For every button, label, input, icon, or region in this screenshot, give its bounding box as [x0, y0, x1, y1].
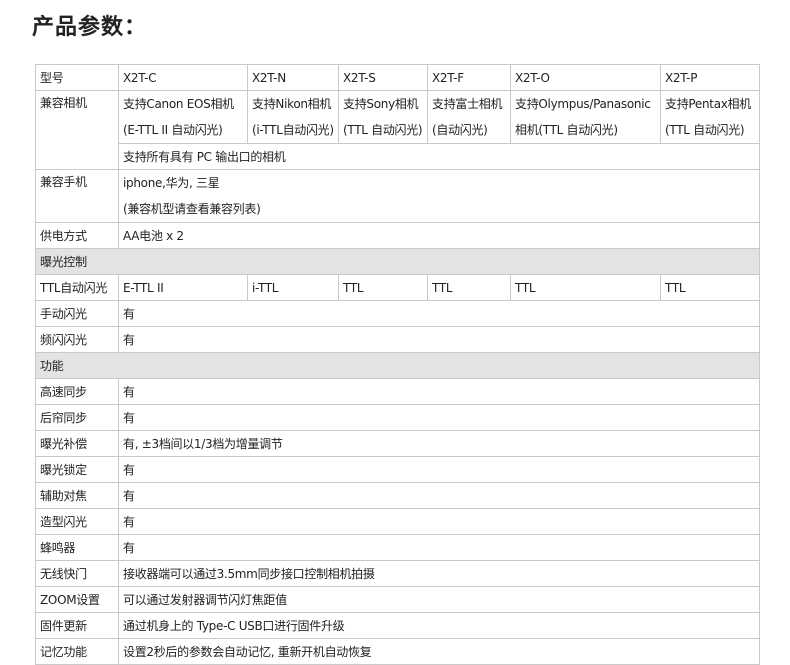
phone-compat-cell: iphone,华为, 三星 (兼容机型请查看兼容列表) [118, 169, 760, 223]
row-label: 记忆功能 [35, 638, 119, 665]
row-label: 供电方式 [35, 222, 119, 249]
table-row: 手动闪光 有 [35, 300, 760, 327]
row-label: 蜂鸣器 [35, 534, 119, 561]
cell-line: (自动闪光) [432, 123, 488, 137]
cell-line: 支持Canon EOS相机 [123, 97, 234, 111]
table-row: 型号 X2T-C X2T-N X2T-S X2T-F X2T-O X2T-P [35, 64, 760, 91]
table-row: 曝光补偿 有, ±3档间以1/3档为增量调节 [35, 430, 760, 457]
page-title: 产品参数： [32, 15, 148, 40]
row-label: 高速同步 [35, 378, 119, 405]
table-row: 兼容手机 iphone,华为, 三星 (兼容机型请查看兼容列表) [35, 169, 760, 223]
cell-line: 相机(TTL 自动闪光) [515, 123, 618, 137]
row-value: 设置2秒后的参数会自动记忆, 重新开机自动恢复 [118, 638, 760, 665]
cell-line: 支持Olympus/Panasonic [515, 97, 651, 111]
row-value: 有 [118, 456, 760, 483]
row-label: 兼容手机 [35, 169, 119, 223]
table-row: 高速同步 有 [35, 378, 760, 405]
table-row: 兼容相机 支持Canon EOS相机 (E-TTL II 自动闪光) 支持Nik… [35, 90, 760, 170]
ttl-cell: TTL [660, 274, 760, 301]
row-value: 有 [118, 300, 760, 327]
table-row: 记忆功能 设置2秒后的参数会自动记忆, 重新开机自动恢复 [35, 638, 760, 665]
section-header: 功能 [35, 352, 760, 379]
cell-line: 支持富士相机 [432, 97, 503, 111]
table-row: 辅助对焦 有 [35, 482, 760, 509]
table-row: 曝光锁定 有 [35, 456, 760, 483]
ttl-cell: TTL [510, 274, 661, 301]
row-value: 有, ±3档间以1/3档为增量调节 [118, 430, 760, 457]
cell-line: (E-TTL II 自动闪光) [123, 123, 223, 137]
camera-compat-cell: 支持Olympus/Panasonic 相机(TTL 自动闪光) [510, 90, 661, 144]
row-label: ZOOM设置 [35, 586, 119, 613]
row-value: AA电池 x 2 [118, 222, 760, 249]
cell-line: 支持Sony相机 [343, 97, 419, 111]
camera-compat-cell: 支持Pentax相机 (TTL 自动闪光) [660, 90, 760, 144]
cell-line: 支持Nikon相机 [252, 97, 332, 111]
row-label: 曝光补偿 [35, 430, 119, 457]
camera-compat-cell: 支持富士相机 (自动闪光) [427, 90, 511, 144]
table-row: 支持所有具有 PC 输出口的相机 [36, 143, 760, 170]
model-cell: X2T-O [510, 64, 661, 91]
table-row: 频闪闪光 有 [35, 326, 760, 353]
cell-line: (i-TTL自动闪光) [252, 123, 334, 137]
row-label: 辅助对焦 [35, 482, 119, 509]
row-value: 可以通过发射器调节闪灯焦距值 [118, 586, 760, 613]
row-value: 有 [118, 378, 760, 405]
row-value: 通过机身上的 Type-C USB口进行固件升级 [118, 612, 760, 639]
row-label: TTL自动闪光 [35, 274, 119, 301]
row-value: 有 [118, 534, 760, 561]
model-cell: X2T-C [118, 64, 248, 91]
spec-table: 型号 X2T-C X2T-N X2T-S X2T-F X2T-O X2T-P 兼… [35, 64, 760, 665]
cell-line: (TTL 自动闪光) [343, 123, 423, 137]
table-row: 固件更新 通过机身上的 Type-C USB口进行固件升级 [35, 612, 760, 639]
row-value: 有 [118, 482, 760, 509]
table-row: 无线快门 接收器端可以通过3.5mm同步接口控制相机拍摄 [35, 560, 760, 587]
row-label: 频闪闪光 [35, 326, 119, 353]
model-cell: X2T-N [247, 64, 339, 91]
camera-compat-cell: 支持Canon EOS相机 (E-TTL II 自动闪光) [118, 90, 248, 144]
row-label: 后帘同步 [35, 404, 119, 431]
table-row: TTL自动闪光 E-TTL II i-TTL TTL TTL TTL TTL [35, 274, 760, 301]
row-label: 无线快门 [35, 560, 119, 587]
ttl-cell: TTL [338, 274, 428, 301]
table-row: 造型闪光 有 [35, 508, 760, 535]
row-value: 有 [118, 404, 760, 431]
ttl-cell: TTL [427, 274, 511, 301]
row-value: 有 [118, 326, 760, 353]
ttl-cell: E-TTL II [118, 274, 248, 301]
row-label: 固件更新 [35, 612, 119, 639]
cell-line: iphone,华为, 三星 [123, 176, 220, 190]
table-row: 供电方式 AA电池 x 2 [35, 222, 760, 249]
cell-line: (TTL 自动闪光) [665, 123, 745, 137]
row-label: 造型闪光 [35, 508, 119, 535]
table-row: 后帘同步 有 [35, 404, 760, 431]
camera-compat-cell: 支持Sony相机 (TTL 自动闪光) [338, 90, 428, 144]
camera-compat-cell: 支持Nikon相机 (i-TTL自动闪光) [247, 90, 339, 144]
model-cell: X2T-S [338, 64, 428, 91]
cell-line: (兼容机型请查看兼容列表) [123, 202, 261, 216]
row-label: 曝光锁定 [35, 456, 119, 483]
row-value: 接收器端可以通过3.5mm同步接口控制相机拍摄 [118, 560, 760, 587]
section-header-row: 功能 [35, 352, 760, 379]
model-cell: X2T-P [660, 64, 760, 91]
section-header-row: 曝光控制 [35, 248, 760, 275]
pc-note-cell: 支持所有具有 PC 输出口的相机 [118, 143, 760, 170]
section-header: 曝光控制 [35, 248, 760, 275]
row-value: 有 [118, 508, 760, 535]
model-cell: X2T-F [427, 64, 511, 91]
table-row: ZOOM设置 可以通过发射器调节闪灯焦距值 [35, 586, 760, 613]
row-label: 兼容相机 [35, 90, 119, 170]
row-label: 型号 [35, 64, 119, 91]
ttl-cell: i-TTL [247, 274, 339, 301]
cell-line: 支持Pentax相机 [665, 97, 751, 111]
row-label: 手动闪光 [35, 300, 119, 327]
table-row: 蜂鸣器 有 [35, 534, 760, 561]
